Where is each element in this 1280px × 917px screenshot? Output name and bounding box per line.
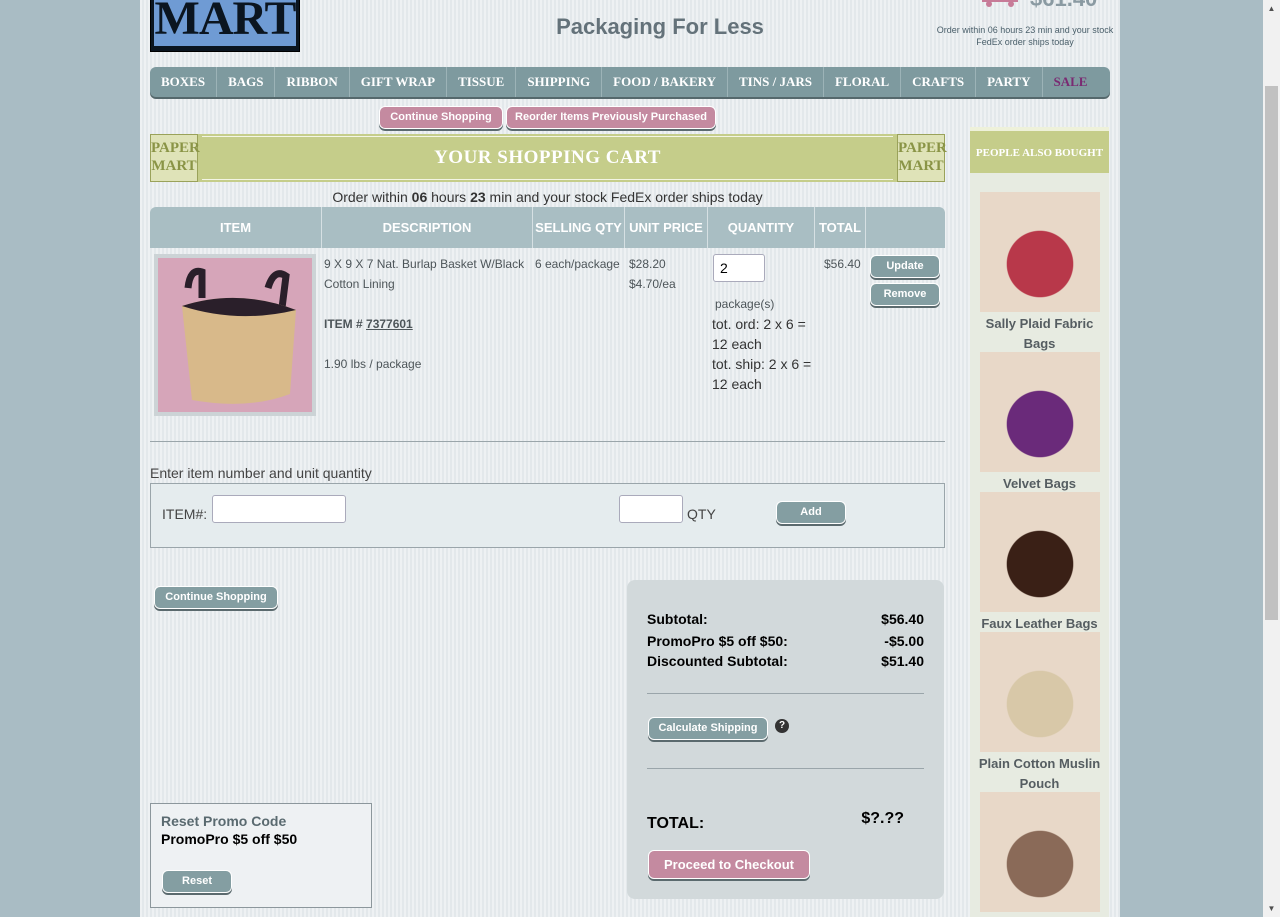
quantity-input[interactable] xyxy=(713,254,765,282)
shipping-help-icon[interactable]: ? xyxy=(775,719,789,733)
divider xyxy=(150,441,945,442)
product-weight: 1.90 lbs / package xyxy=(324,357,422,371)
update-button[interactable]: Update xyxy=(870,255,940,278)
cart-table-header: ITEM DESCRIPTION SELLING QTY UNIT PRICE … xyxy=(150,207,945,248)
nav-shipping[interactable]: SHIPPING xyxy=(516,67,603,97)
add-button[interactable]: Add xyxy=(776,501,846,524)
tagline: Packaging For Less xyxy=(556,14,764,39)
sidebar-product-name[interactable]: Velvet Bags xyxy=(970,474,1109,494)
order-deadline-note: Order within 06 hours 23 min and your st… xyxy=(936,25,1114,47)
nav-tissue[interactable]: TISSUE xyxy=(447,67,517,97)
continue-shopping-bottom-button[interactable]: Continue Shopping xyxy=(154,586,278,609)
nav-party[interactable]: PARTY xyxy=(976,67,1043,97)
unit-price: $28.20 xyxy=(629,257,666,271)
reset-promo-title: Reset Promo Code xyxy=(161,813,287,829)
paper-mart-badge-left: PAPER MART xyxy=(150,134,200,182)
col-unit-price: UNIT PRICE xyxy=(625,207,708,248)
sidebar-product-image[interactable] xyxy=(980,492,1100,612)
nav-sale[interactable]: SALE xyxy=(1043,67,1099,97)
sidebar-product-name[interactable]: Sally Plaid Fabric Bags xyxy=(970,314,1109,354)
quick-add-box: ITEM#: QTY Add xyxy=(150,483,945,548)
checkout-button[interactable]: Proceed to Checkout xyxy=(648,850,810,879)
truck-icon xyxy=(982,0,1020,8)
scroll-up-icon[interactable]: ▲ xyxy=(1263,0,1280,17)
product-description: 9 X 9 X 7 Nat. Burlap Basket W/Black Cot… xyxy=(324,257,525,291)
fedex-ship-note: Order within 06 hours 23 min and your st… xyxy=(332,189,763,205)
nav-food-bakery[interactable]: FOOD / BAKERY xyxy=(602,67,728,97)
item-number-link[interactable]: 7377601 xyxy=(366,317,413,331)
scrollbar-thumb[interactable] xyxy=(1265,86,1278,620)
summary-divider xyxy=(647,693,924,694)
col-description: DESCRIPTION xyxy=(322,207,533,248)
cart-title: YOUR SHOPPING CART xyxy=(202,136,893,180)
selling-qty: 6 each/package xyxy=(535,257,620,271)
total-ordered: tot. ord: 2 x 6 = 12 each xyxy=(712,316,806,352)
product-item-number: ITEM # 7377601 xyxy=(324,317,413,331)
nav-floral[interactable]: FLORAL xyxy=(824,67,902,97)
promo-code-box: Reset Promo Code PromoPro $5 off $50 Res… xyxy=(150,803,372,908)
col-total: TOTAL xyxy=(815,207,866,248)
sidebar-product-image[interactable] xyxy=(980,632,1100,752)
scroll-down-icon[interactable]: ▼ xyxy=(1263,900,1280,917)
header-cart-total[interactable]: $61.40 xyxy=(1030,0,1097,12)
sidebar-product-name[interactable]: Plain Cotton Muslin Pouch xyxy=(970,754,1109,794)
qty-label: QTY xyxy=(687,506,716,522)
paper-mart-logo[interactable]: MART xyxy=(150,0,300,52)
order-summary: Subtotal: $56.40 PromoPro $5 off $50: -$5.… xyxy=(627,580,944,899)
cart-banner: PAPER MART YOUR SHOPPING CART PAPER MART xyxy=(150,134,947,182)
scrollbar[interactable]: ▲ ▼ xyxy=(1263,0,1280,917)
unit-price-each: $4.70/ea xyxy=(629,277,676,291)
reset-button[interactable]: Reset xyxy=(162,870,232,893)
discounted-subtotal-row: Discounted Subtotal: $51.40 xyxy=(647,653,924,669)
sidebar-product-name[interactable]: Faux Leather Bags xyxy=(970,614,1109,634)
logo-text: MART xyxy=(154,0,296,46)
total-row: TOTAL: $?.?? xyxy=(647,810,904,832)
nav-tins-jars[interactable]: TINS / JARS xyxy=(728,67,824,97)
col-selling-qty: SELLING QTY xyxy=(533,207,625,248)
main-nav: BOXES BAGS RIBBON GIFT WRAP TISSUE SHIPP… xyxy=(150,67,1110,97)
nav-bags[interactable]: BAGS xyxy=(217,67,276,97)
people-also-bought: PEOPLE ALSO BOUGHT Sally Plaid Fabric Ba… xyxy=(970,127,1109,917)
sidebar-product-image[interactable] xyxy=(980,352,1100,472)
calculate-shipping-button[interactable]: Calculate Shipping xyxy=(648,717,768,740)
quick-qty-input[interactable] xyxy=(619,495,683,523)
item-number-input[interactable] xyxy=(212,495,346,523)
product-image[interactable] xyxy=(154,254,316,416)
promo-row: PromoPro $5 off $50: -$5.00 xyxy=(647,633,924,649)
col-quantity: QUANTITY xyxy=(708,207,815,248)
nav-boxes[interactable]: BOXES xyxy=(150,67,218,97)
sidebar-product-image[interactable] xyxy=(980,792,1100,912)
sidebar-product-image[interactable] xyxy=(980,192,1100,312)
subtotal-row: Subtotal: $56.40 xyxy=(647,611,924,627)
quick-add-label: Enter item number and unit quantity xyxy=(150,465,372,481)
line-total: $56.40 xyxy=(824,257,861,271)
nav-gift-wrap[interactable]: GIFT WRAP xyxy=(350,67,448,97)
col-item: ITEM xyxy=(150,207,322,248)
continue-shopping-button[interactable]: Continue Shopping xyxy=(379,106,503,129)
nav-crafts[interactable]: CRAFTS xyxy=(901,67,977,97)
paper-mart-badge-right: PAPER MART xyxy=(897,134,947,182)
nav-ribbon[interactable]: RIBBON xyxy=(275,67,350,97)
promo-code: PromoPro $5 off $50 xyxy=(161,831,298,847)
summary-divider-2 xyxy=(647,768,924,769)
reorder-button[interactable]: Reorder Items Previously Purchased xyxy=(506,106,716,129)
item-number-label: ITEM#: xyxy=(162,506,208,522)
total-shipped: tot. ship: 2 x 6 = 12 each xyxy=(712,356,812,392)
remove-button[interactable]: Remove xyxy=(870,283,940,306)
sidebar-title: PEOPLE ALSO BOUGHT xyxy=(970,127,1109,173)
qty-unit-label: package(s) xyxy=(715,297,775,311)
